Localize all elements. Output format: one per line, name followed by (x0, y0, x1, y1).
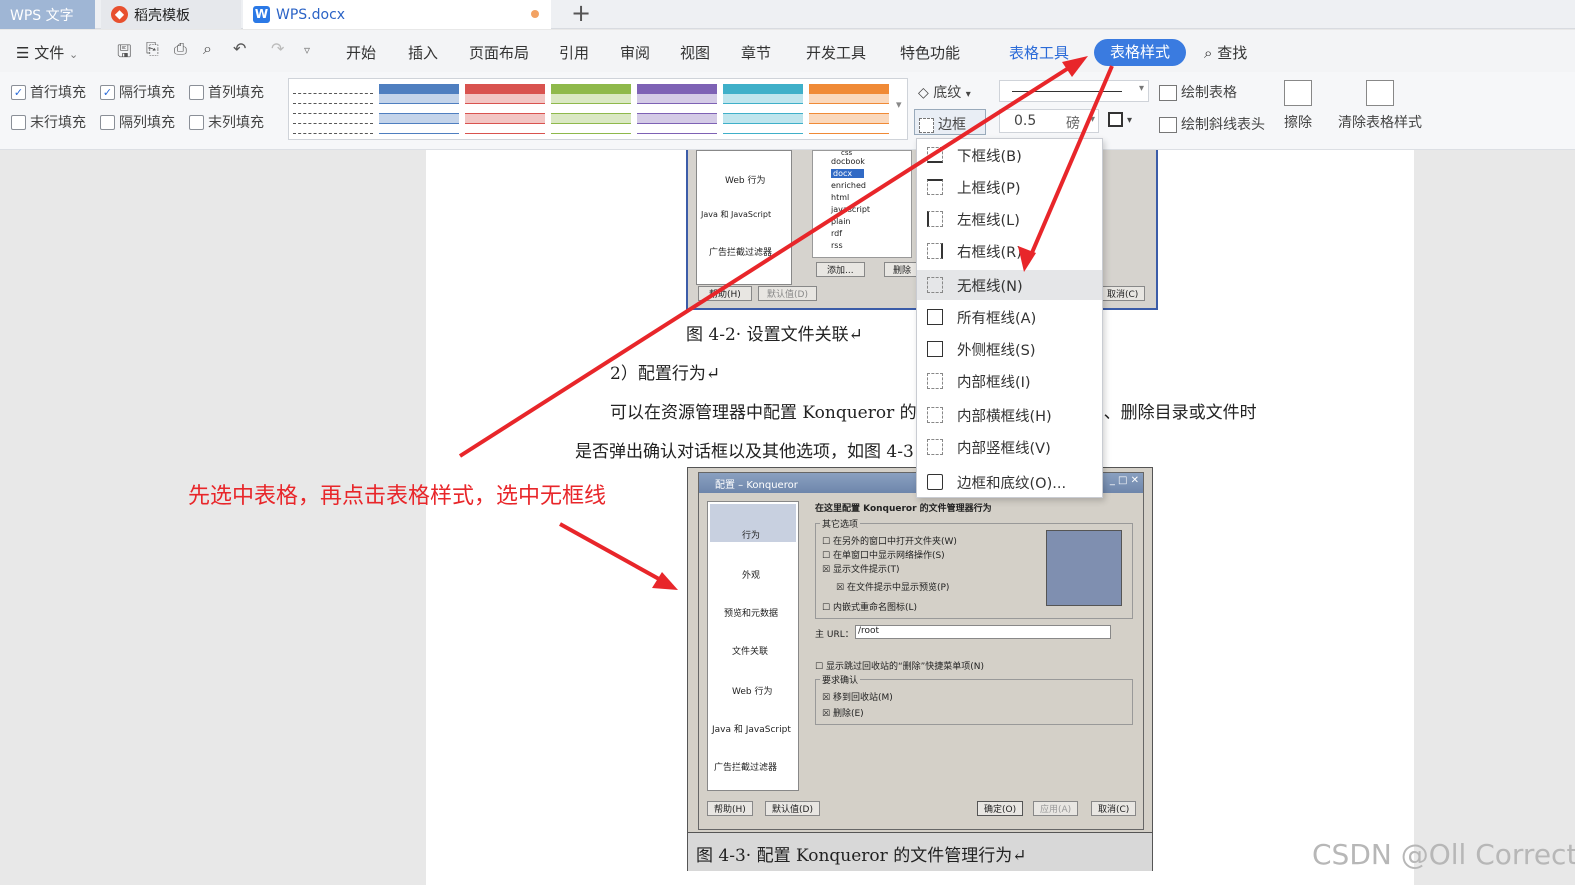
arrowhead-icon (652, 572, 678, 590)
arrowhead-icon (1062, 56, 1088, 77)
instruction-annotation: 先选中表格，再点击表格样式，选中无框线 (188, 484, 607, 509)
annotation-arrows (458, 56, 1114, 590)
arrow-to-no-border (1026, 65, 1114, 263)
arrow-to-table (559, 522, 669, 586)
watermark: CSDN @Oll Correct (1312, 838, 1575, 871)
arrow-to-table-style (458, 60, 1080, 458)
